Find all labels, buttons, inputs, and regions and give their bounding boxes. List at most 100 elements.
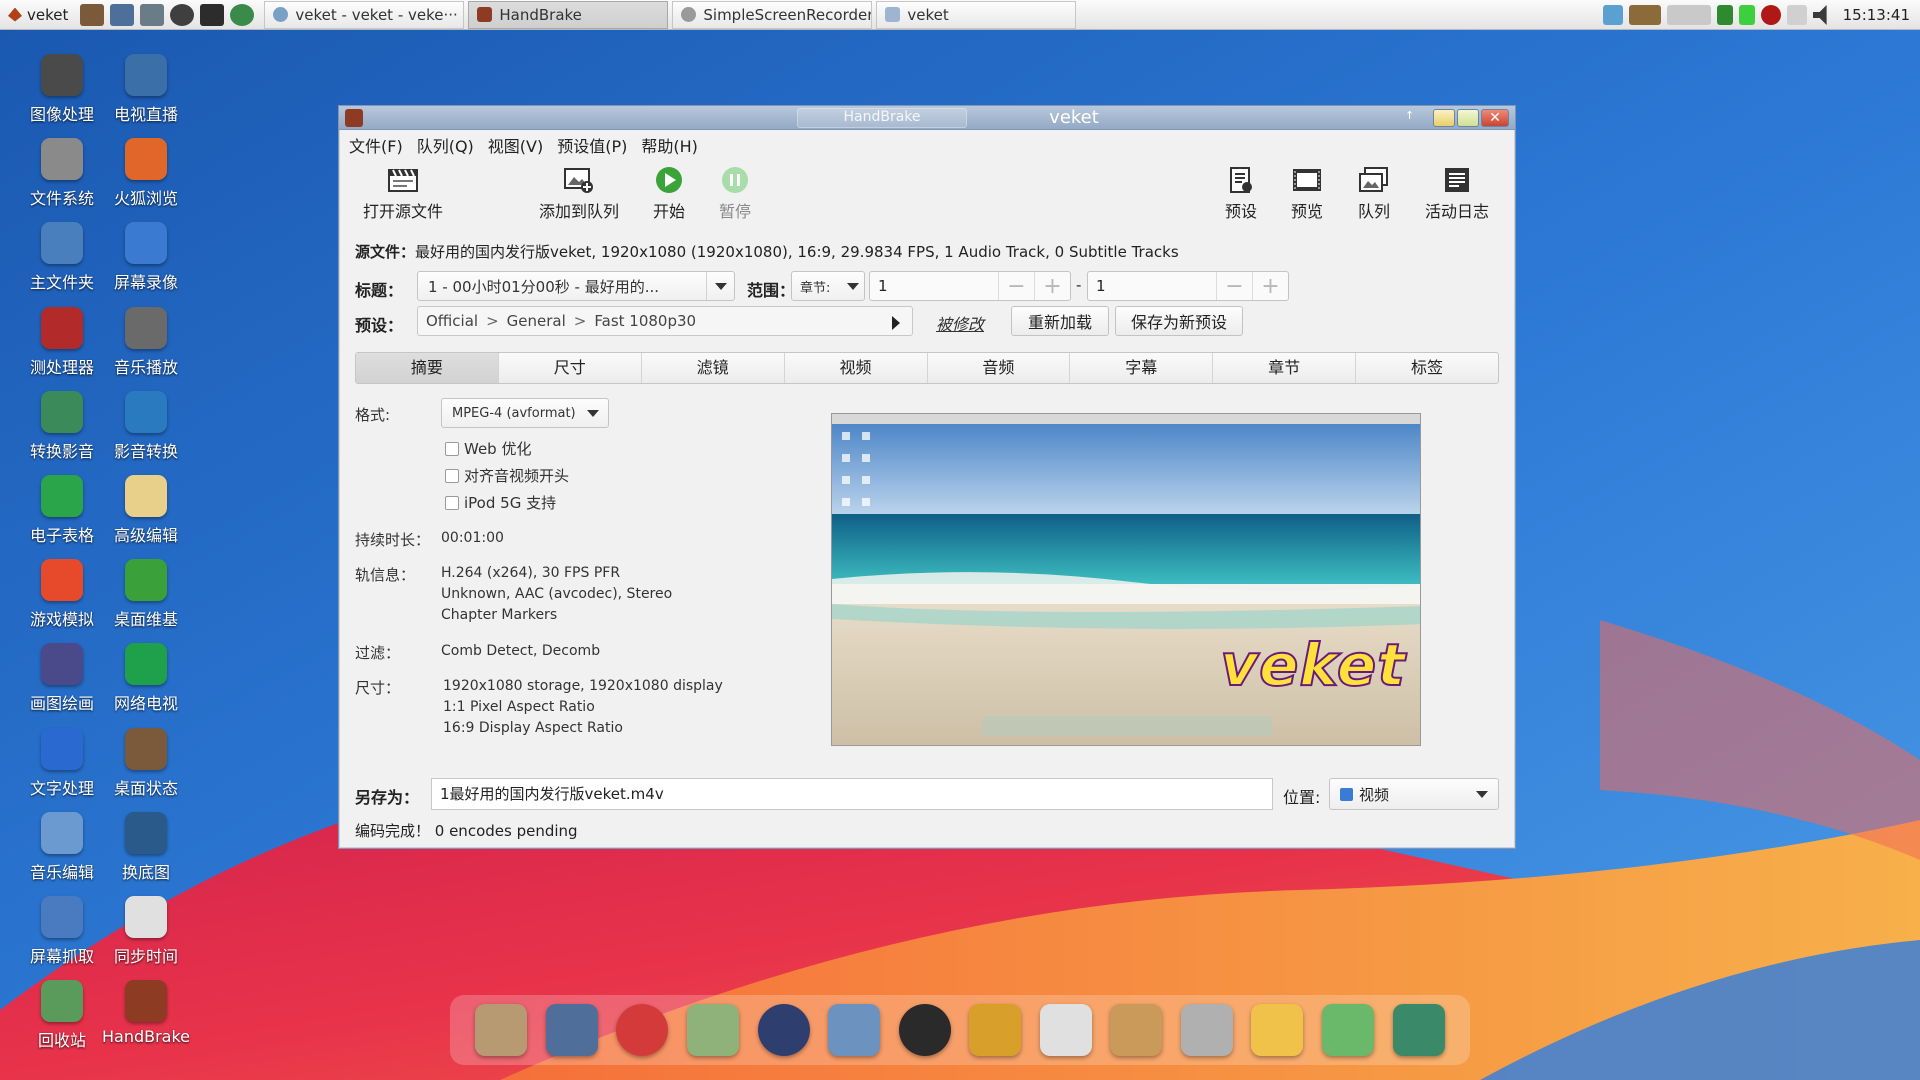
window-titlebar[interactable]: HandBrake veket ↑ ✕ (339, 106, 1515, 130)
tab-audio[interactable]: 音频 (928, 353, 1071, 383)
desktop-icon-tv-live[interactable]: 电视直播 (104, 54, 188, 134)
minus-icon[interactable]: − (998, 272, 1034, 300)
tab-tags[interactable]: 标签 (1356, 353, 1498, 383)
tab-dimensions[interactable]: 尺寸 (499, 353, 642, 383)
reload-preset-button[interactable]: 重新加载 (1011, 306, 1109, 336)
pause-button[interactable]: 暂停 (719, 166, 751, 222)
preset-selector[interactable]: Official > General > Fast 1080p30 (417, 306, 913, 336)
window-title-tab[interactable]: HandBrake (797, 108, 967, 128)
open-source-button[interactable]: 打开源文件 (363, 166, 443, 222)
note-edit-icon[interactable] (686, 1004, 739, 1056)
penguin-icon[interactable] (898, 1004, 951, 1056)
globe-icon[interactable] (230, 3, 255, 26)
desktop-icon-word-processor[interactable]: 文字处理 (20, 727, 104, 808)
range-end-spinner[interactable]: 1 − + (1087, 271, 1289, 301)
desktop-icon-network-tv[interactable]: 网络电视 (104, 643, 188, 723)
network-icon[interactable] (1716, 5, 1733, 25)
plus-icon[interactable]: + (1034, 272, 1070, 300)
task-veket-folder[interactable]: veket (876, 0, 1077, 29)
monitor-icon[interactable] (1602, 5, 1623, 25)
desktop-icon-convert-media[interactable]: 转换影音 (20, 390, 104, 471)
desktop-icon-music-editor[interactable]: 音乐编辑 (20, 811, 104, 892)
presets-button[interactable]: 预设 (1225, 166, 1257, 222)
preview-image[interactable]: veket (831, 413, 1421, 746)
menu-queue[interactable]: 队列(Q) (417, 132, 482, 156)
desktop-icon-home-folder[interactable]: 主文件夹 (20, 222, 104, 302)
tools-icon[interactable] (80, 3, 105, 26)
desktop-icon-music-player[interactable]: 音乐播放 (104, 306, 188, 387)
screenshot-icon[interactable] (1392, 1004, 1445, 1056)
desktop-icon-game-emulator[interactable]: 游戏模拟 (20, 559, 104, 639)
desktop-icon-processor[interactable]: 测处理器 (20, 306, 104, 387)
pager-icon[interactable] (1666, 5, 1711, 25)
menu-presets[interactable]: 预设值(P) (557, 132, 635, 156)
add-to-queue-button[interactable]: 添加到队列 (539, 166, 619, 222)
drive-icon[interactable] (1786, 5, 1807, 25)
desktop-icon-image-editor[interactable]: 图像处理 (20, 54, 104, 134)
menu-help[interactable]: 帮助(H) (641, 132, 706, 156)
checkbox-box[interactable] (445, 441, 459, 456)
close-button[interactable]: ✕ (1481, 109, 1509, 127)
range-start-spinner[interactable]: 1 − + (869, 271, 1071, 301)
title-select[interactable]: 1 - 00小时01分00秒 - 最好用的... (417, 271, 735, 301)
ipod-5g-checkbox[interactable]: iPod 5G 支持 (445, 492, 556, 513)
task-veket-browser[interactable]: veket - veket - veke··· (264, 0, 465, 29)
queue-button[interactable]: 队列 (1358, 166, 1390, 222)
menu-file[interactable]: 文件(F) (349, 132, 411, 156)
users-icon[interactable] (828, 1004, 881, 1056)
folder-icon[interactable] (475, 1004, 528, 1056)
pin-icon[interactable]: ↑ (1405, 110, 1417, 122)
record-status-icon[interactable] (1760, 5, 1781, 25)
tab-chapters[interactable]: 章节 (1213, 353, 1357, 383)
help-icon[interactable] (1322, 1004, 1375, 1056)
volume-icon[interactable] (1812, 5, 1827, 25)
mascot-icon[interactable] (616, 1004, 669, 1056)
terminal-icon[interactable] (200, 3, 225, 26)
task-simplescreenrecorder[interactable]: SimpleScreenRecorder (672, 0, 873, 29)
desktop-switch-icon[interactable] (1628, 5, 1661, 25)
start-menu-button[interactable]: veket (0, 0, 76, 30)
task-handbrake[interactable]: HandBrake (468, 0, 669, 29)
desktop-icon-handbrake[interactable]: HandBrake (102, 980, 190, 1060)
desktop-icon-media-converter[interactable]: 影音转换 (104, 390, 188, 471)
desktop-icon-screen-recorder[interactable]: 屏幕录像 (104, 222, 188, 302)
monitor-icon[interactable] (545, 1004, 598, 1056)
maximize-button[interactable] (1457, 109, 1479, 127)
location-select[interactable]: 视频 (1329, 778, 1499, 810)
notebook-icon[interactable] (969, 1004, 1022, 1056)
align-av-checkbox[interactable]: 对齐音视频开头 (445, 465, 569, 486)
desktop-icon-file-system[interactable]: 文件系统 (20, 138, 104, 218)
desktop-icon-paint[interactable]: 画图绘画 (20, 643, 104, 723)
settings-icon[interactable] (140, 3, 165, 26)
web-optimize-checkbox[interactable]: Web 优化 (445, 438, 531, 459)
disc-player-icon[interactable] (757, 1004, 810, 1056)
activity-log-button[interactable]: 活动日志 (1425, 166, 1489, 222)
desktop-icon-trash[interactable]: 回收站 (20, 980, 104, 1060)
range-type-select[interactable]: 章节: (791, 271, 865, 301)
checkbox-box[interactable] (445, 495, 459, 510)
save-as-field[interactable]: 1最好用的国内发行版veket.m4v (431, 778, 1273, 810)
tab-subtitles[interactable]: 字幕 (1070, 353, 1214, 383)
format-select[interactable]: MPEG-4 (avformat) (441, 398, 609, 428)
usb-drive-icon[interactable] (1180, 1004, 1233, 1056)
start-button[interactable]: 开始 (653, 166, 685, 222)
desktop-icon-wallpaper-changer[interactable]: 换底图 (104, 811, 188, 892)
minimize-button[interactable] (1433, 109, 1455, 127)
emoji-icon[interactable] (1251, 1004, 1304, 1056)
picture-icon[interactable] (110, 3, 135, 26)
desktop-icon-desktop-wiki[interactable]: 桌面维基 (104, 559, 188, 639)
checkbox-box[interactable] (445, 468, 459, 483)
tab-video[interactable]: 视频 (785, 353, 928, 383)
desktop-icon-screen-capture[interactable]: 屏幕抓取 (20, 896, 104, 976)
tab-summary[interactable]: 摘要 (356, 353, 499, 383)
desktop-icon-time-sync[interactable]: 同步时间 (104, 896, 188, 976)
desktop-icon-advanced-editor[interactable]: 高级编辑 (104, 475, 188, 555)
desktop-icon-desktop-status[interactable]: 桌面状态 (104, 727, 188, 808)
battery-icon[interactable] (1738, 5, 1755, 25)
media-play-icon[interactable] (170, 3, 195, 26)
desktop-icon-spreadsheet[interactable]: 电子表格 (20, 475, 104, 555)
paint-palette-icon[interactable] (1110, 1004, 1163, 1056)
menu-view[interactable]: 视图(V) (488, 132, 551, 156)
chart-icon[interactable] (1039, 1004, 1092, 1056)
preview-button[interactable]: 预览 (1291, 166, 1323, 222)
